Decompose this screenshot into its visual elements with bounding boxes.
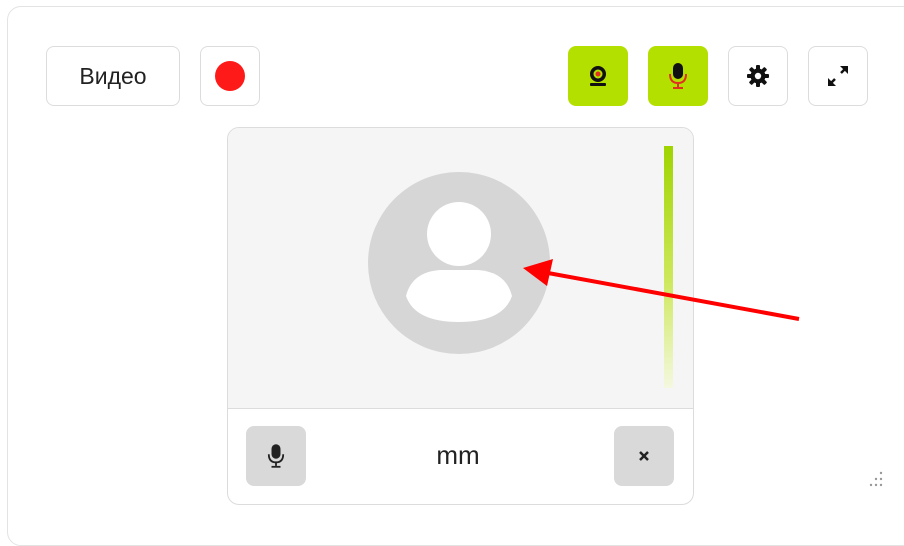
- audio-level-meter: [664, 146, 673, 388]
- fullscreen-button[interactable]: [808, 46, 868, 106]
- close-icon: [639, 451, 649, 461]
- video-button-label: Видео: [79, 62, 147, 89]
- participant-mic-button[interactable]: [246, 426, 306, 486]
- video-button[interactable]: Видео: [46, 46, 180, 106]
- microphone-toggle-button[interactable]: [648, 46, 708, 106]
- gear-icon: [747, 65, 769, 87]
- record-button[interactable]: [200, 46, 260, 106]
- camera-toggle-button[interactable]: [568, 46, 628, 106]
- microphone-icon: [267, 444, 285, 468]
- resize-handle-icon[interactable]: [866, 470, 886, 490]
- participant-tile: mm: [227, 127, 694, 505]
- microphone-icon: [669, 63, 687, 89]
- user-avatar-icon: [368, 172, 550, 354]
- record-icon: [215, 61, 245, 91]
- webcam-icon: [590, 66, 606, 86]
- expand-icon: [828, 66, 848, 86]
- participant-video-area: [228, 128, 693, 409]
- participant-close-button[interactable]: [614, 426, 674, 486]
- participant-name: mm: [436, 440, 480, 470]
- settings-button[interactable]: [728, 46, 788, 106]
